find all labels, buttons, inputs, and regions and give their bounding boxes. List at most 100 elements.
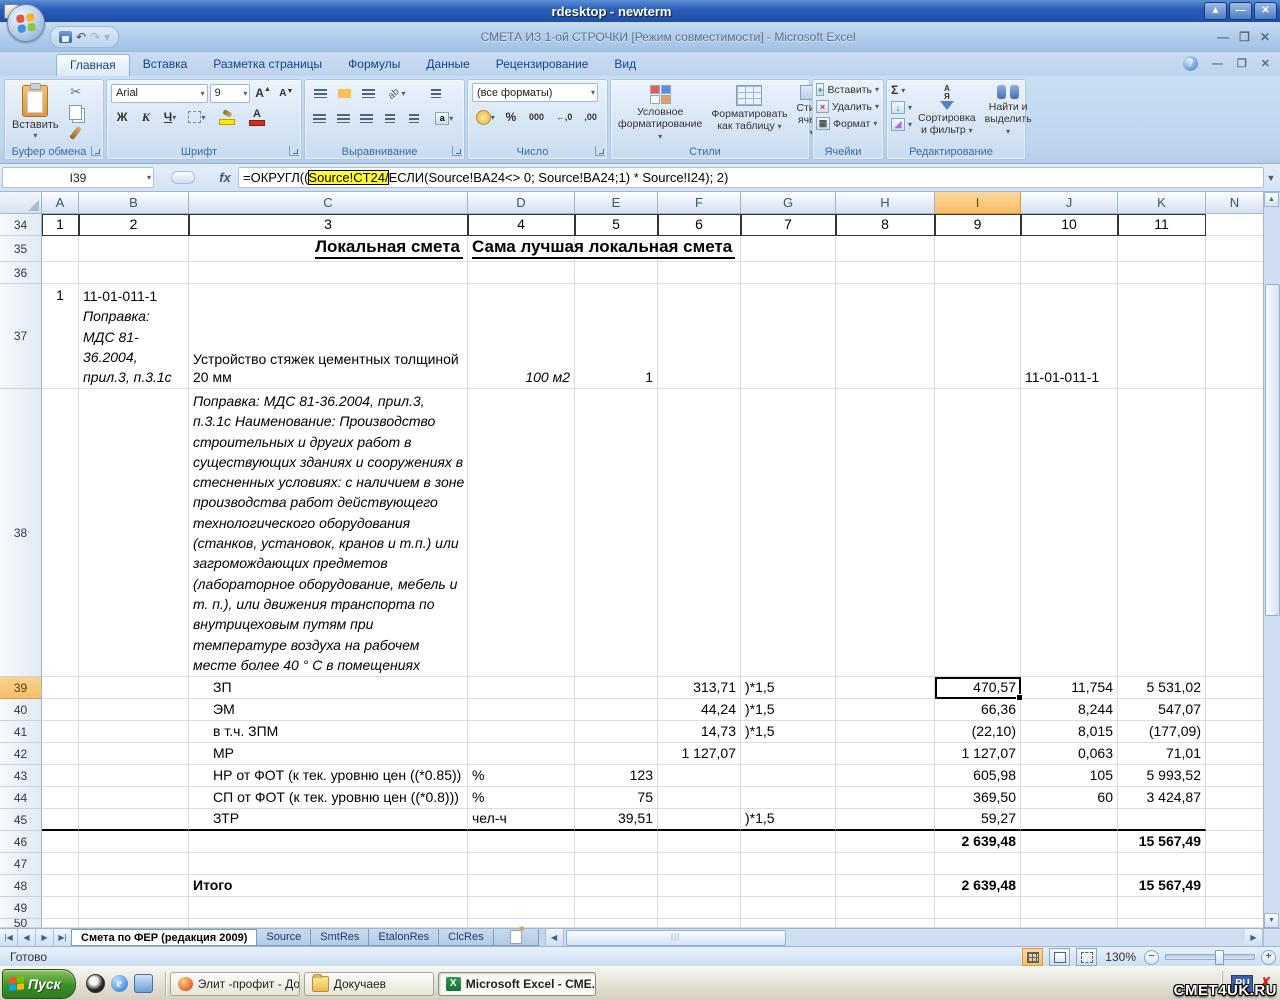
cell-F40[interactable]: 44,24 [658, 699, 741, 721]
column-header-B[interactable]: B [79, 192, 189, 214]
cell-K42[interactable]: 71,01 [1118, 743, 1206, 765]
cell-F48[interactable] [658, 875, 741, 897]
cell-A47[interactable] [42, 853, 79, 875]
formula-input[interactable]: =ОКРУГЛ((Source!CT24/ЕСЛИ(Source!BA24<> … [238, 167, 1264, 188]
cell-H48[interactable] [836, 875, 935, 897]
cell-K38[interactable] [1118, 389, 1206, 677]
cell-K44[interactable]: 3 424,87 [1118, 787, 1206, 809]
cell-B49[interactable] [79, 897, 189, 919]
cell-G44[interactable] [741, 787, 836, 809]
cell-G42[interactable] [741, 743, 836, 765]
cell-D34[interactable]: 4 [468, 214, 575, 236]
align-middle-button[interactable] [333, 83, 355, 103]
cell-E39[interactable] [575, 677, 658, 699]
cell-I39[interactable]: 470,57 [935, 677, 1021, 699]
cell-N44[interactable] [1206, 787, 1264, 809]
delete-cells-button[interactable]: ×Удалить▾ [816, 100, 879, 113]
cell-N40[interactable] [1206, 699, 1264, 721]
column-header-D[interactable]: D [468, 192, 575, 214]
ribbon-tab-1[interactable]: Главная [56, 54, 130, 76]
rdesktop-maximize-button[interactable]: ▲ [1204, 2, 1227, 20]
cell-K43[interactable]: 5 993,52 [1118, 765, 1206, 787]
font-color-button[interactable]: А [243, 107, 271, 127]
cell-C50[interactable] [189, 919, 468, 928]
row-header-42[interactable]: 42 [0, 743, 42, 765]
cell-E45[interactable]: 39,51 [575, 809, 658, 831]
quicklaunch-icon-1[interactable] [86, 974, 105, 993]
cell-I50[interactable] [935, 919, 1021, 928]
cell-A40[interactable] [42, 699, 79, 721]
cell-B44[interactable] [79, 787, 189, 809]
cell-B47[interactable] [79, 853, 189, 875]
cell-I49[interactable] [935, 897, 1021, 919]
column-header-N[interactable]: N [1206, 192, 1264, 214]
cell-E42[interactable] [575, 743, 658, 765]
cell-N34[interactable] [1206, 214, 1264, 236]
cell-J47[interactable] [1021, 853, 1118, 875]
cell-E37[interactable]: 1 [575, 284, 658, 389]
cell-A45[interactable] [42, 809, 79, 831]
sheet-tab-4[interactable]: EtalonRes [368, 929, 439, 946]
column-header-I[interactable]: I [935, 192, 1021, 214]
cell-D45[interactable]: чел-ч [468, 809, 575, 831]
cell-C39[interactable]: ЗП [189, 677, 468, 699]
cell-G37[interactable] [741, 284, 836, 389]
cell-H41[interactable] [836, 721, 935, 743]
sort-filter-button[interactable]: АЯ Сортировкаи фильтр ▾ [915, 83, 979, 141]
cell-B48[interactable] [79, 875, 189, 897]
cell-I37[interactable] [935, 284, 1021, 389]
cut-button[interactable]: ✂ [65, 83, 87, 101]
decrease-decimal-button[interactable]: ,00 [578, 107, 603, 127]
cell-D36[interactable] [468, 262, 575, 284]
cell-N39[interactable] [1206, 677, 1264, 699]
cell-D49[interactable] [468, 897, 575, 919]
underline-button[interactable]: Ч▾ [159, 107, 181, 127]
hscroll-left-icon[interactable]: ◀ [546, 929, 564, 946]
cell-G47[interactable] [741, 853, 836, 875]
cell-C38[interactable]: Поправка: МДС 81-36.2004, прил.3,п.3.1с … [189, 389, 468, 677]
cell-D47[interactable] [468, 853, 575, 875]
cell-G43[interactable] [741, 765, 836, 787]
cell-G45[interactable]: )*1,5 [741, 809, 836, 831]
cell-D43[interactable]: % [468, 765, 575, 787]
align-bottom-button[interactable] [357, 83, 379, 103]
cell-E36[interactable] [575, 262, 658, 284]
cell-K36[interactable] [1118, 262, 1206, 284]
cell-H50[interactable] [836, 919, 935, 928]
cell-I40[interactable]: 66,36 [935, 699, 1021, 721]
row-header-41[interactable]: 41 [0, 721, 42, 743]
column-header-F[interactable]: F [658, 192, 741, 214]
align-right-button[interactable] [356, 108, 378, 128]
percent-format-button[interactable]: % [500, 107, 521, 127]
redo-icon[interactable]: ↷ [90, 30, 100, 44]
cell-B46[interactable] [79, 831, 189, 853]
cell-E34[interactable]: 5 [575, 214, 658, 236]
cell-C36[interactable] [189, 262, 468, 284]
fill-color-button[interactable] [213, 107, 241, 127]
row-header-36[interactable]: 36 [0, 262, 42, 284]
cell-C37[interactable]: Устройство стяжек цементных толщиной 20 … [189, 284, 468, 389]
help-icon[interactable]: ? [1183, 56, 1198, 71]
cell-I41[interactable]: (22,10) [935, 721, 1021, 743]
cell-N46[interactable] [1206, 831, 1264, 853]
cell-J41[interactable]: 8,015 [1021, 721, 1118, 743]
cell-J39[interactable]: 11,754 [1021, 677, 1118, 699]
merge-center-button[interactable]: a▾ [429, 108, 460, 128]
cell-C49[interactable] [189, 897, 468, 919]
cell-C46[interactable] [189, 831, 468, 853]
row-header-44[interactable]: 44 [0, 787, 42, 809]
rdesktop-minimize-button[interactable]: — [1229, 2, 1252, 20]
cell-G46[interactable] [741, 831, 836, 853]
cell-H44[interactable] [836, 787, 935, 809]
cell-N38[interactable] [1206, 389, 1264, 677]
cell-C41[interactable]: в т.ч. ЗПМ [189, 721, 468, 743]
cell-E38[interactable] [575, 389, 658, 677]
insert-worksheet-tab[interactable] [493, 929, 539, 946]
cell-G39[interactable]: )*1,5 [741, 677, 836, 699]
cell-B39[interactable] [79, 677, 189, 699]
ribbon-tab-2[interactable]: Вставка [130, 54, 201, 76]
number-format-combo[interactable]: (все форматы)▾ [472, 83, 598, 102]
cell-C35[interactable]: Локальная смета [189, 236, 468, 262]
row-header-34[interactable]: 34 [0, 214, 42, 236]
orientation-button[interactable]: ab▾ [381, 83, 413, 103]
